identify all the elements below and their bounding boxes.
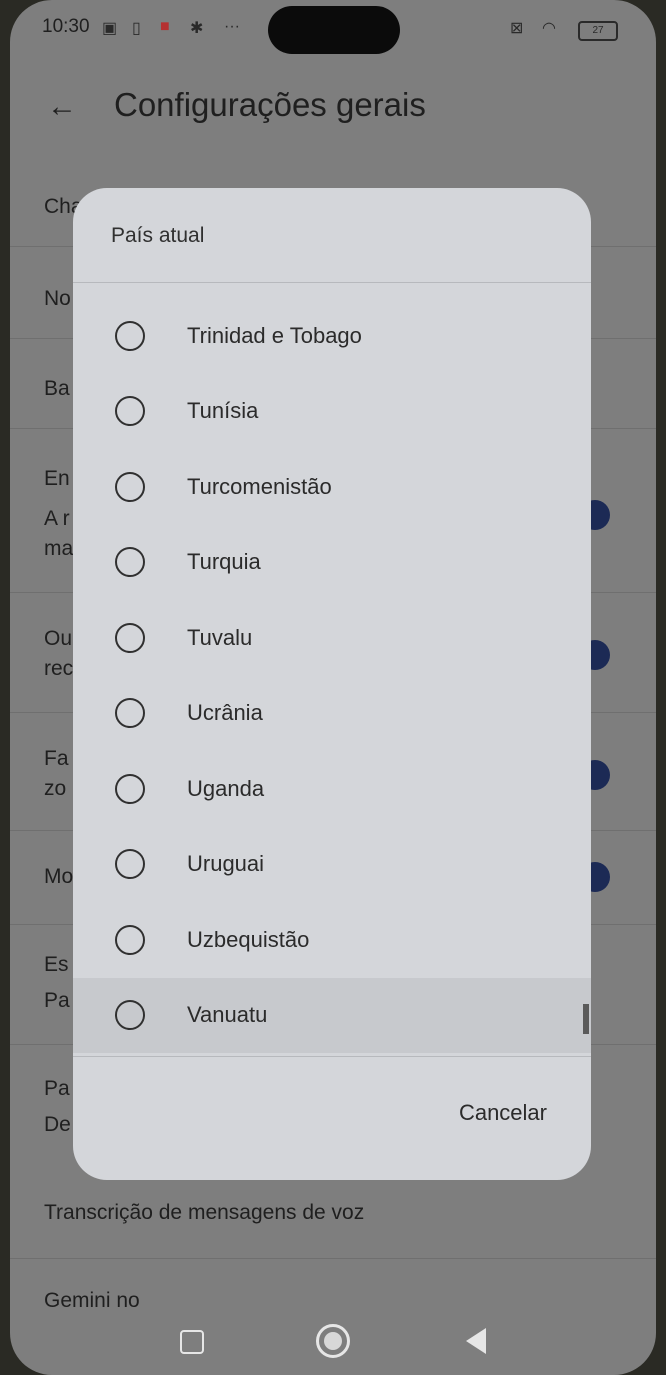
radio-button-icon[interactable] <box>115 547 145 578</box>
country-option-label: Turcomenistão <box>187 473 332 499</box>
country-option-label: Uzbequistão <box>187 926 310 952</box>
settings-row-label: Ba <box>44 377 70 400</box>
mute-icon: ⊠ <box>510 20 524 37</box>
battery-indicator: 27 <box>578 21 618 41</box>
settings-row-label: En <box>44 467 70 490</box>
country-options-list: Trinidad e Tobago Tunísia Turcomenistão … <box>73 298 591 1053</box>
divider <box>10 1258 656 1259</box>
status-bar: 10:30 ▣ ▯ ■ ✱ ··· ⊠ ◠ 27 <box>10 0 656 60</box>
wifi-icon: ◠ <box>542 20 556 37</box>
country-option-label: Tuvalu <box>187 624 253 650</box>
arrow-left-icon: ← <box>47 90 77 123</box>
country-option[interactable]: Tunísia <box>73 374 591 450</box>
radio-button-icon[interactable] <box>115 1000 145 1031</box>
country-option[interactable]: Tuvalu <box>73 600 591 676</box>
back-button[interactable]: ← <box>42 84 82 130</box>
gear-icon: ✱ <box>190 20 204 37</box>
scrollbar[interactable] <box>583 1004 589 1034</box>
settings-row-label: No <box>44 287 71 310</box>
country-option[interactable]: Uganda <box>73 751 591 827</box>
settings-row-voice-transcription[interactable]: Transcrição de mensagens de voz <box>44 1198 364 1228</box>
settings-row-label: Fa <box>44 747 69 770</box>
settings-row-label: Pa <box>44 1077 70 1100</box>
radio-button-icon[interactable] <box>115 849 145 880</box>
country-option-label: Turquia <box>187 549 261 575</box>
dialog-title: País atual <box>111 224 205 247</box>
country-option-label: Uganda <box>187 775 265 801</box>
settings-row-label: rec <box>44 657 74 680</box>
radio-button-icon[interactable] <box>115 471 145 502</box>
country-option-label: Vanuatu <box>187 1002 268 1028</box>
nfc-icon: ▣ <box>102 20 118 37</box>
country-option[interactable]: Uzbequistão <box>73 902 591 978</box>
country-option[interactable]: Turcomenistão <box>73 449 591 525</box>
settings-row-label: A r <box>44 507 70 530</box>
nav-back-button[interactable] <box>456 1316 498 1366</box>
mail-app-icon: ■ <box>160 18 170 35</box>
radio-button-icon[interactable] <box>115 698 145 729</box>
page-title: Configurações gerais <box>114 86 426 123</box>
settings-row-label: ma <box>44 537 74 560</box>
camera-notch <box>268 6 400 54</box>
divider <box>73 282 591 283</box>
country-option-label: Ucrânia <box>187 700 263 726</box>
sim-icon: ▯ <box>132 20 141 37</box>
settings-row-label: Mo <box>44 865 74 888</box>
settings-row-label: zo <box>44 777 67 800</box>
radio-button-icon[interactable] <box>115 396 145 427</box>
settings-row-label: Pa <box>44 989 70 1012</box>
country-option-label: Trinidad e Tobago <box>187 322 362 348</box>
country-picker-dialog: País atual Trinidad e Tobago Tunísia Tur… <box>73 188 591 1180</box>
cancel-button[interactable]: Cancelar <box>459 1100 547 1126</box>
triangle-back-icon <box>466 1328 486 1354</box>
settings-row-label: Es <box>44 953 69 976</box>
country-option[interactable]: Turquia <box>73 525 591 601</box>
radio-button-icon[interactable] <box>115 320 145 351</box>
circle-icon <box>316 1324 350 1358</box>
divider <box>73 1056 591 1057</box>
settings-row-label: De <box>44 1113 71 1136</box>
radio-button-icon[interactable] <box>115 622 145 653</box>
settings-row-label: Ou <box>44 627 73 650</box>
country-option[interactable]: Trinidad e Tobago <box>73 298 591 374</box>
recents-button[interactable] <box>170 1318 210 1362</box>
radio-button-icon[interactable] <box>115 773 145 804</box>
more-icon: ··· <box>224 18 240 35</box>
country-option[interactable]: Uruguai <box>73 827 591 903</box>
country-option-label: Uruguai <box>187 851 265 877</box>
status-time: 10:30 <box>42 16 90 37</box>
square-icon <box>180 1330 204 1354</box>
country-option[interactable]: Ucrânia <box>73 676 591 752</box>
home-button[interactable] <box>310 1318 354 1362</box>
settings-row-label: Gemini no <box>44 1289 140 1312</box>
country-option[interactable]: Vanuatu <box>73 977 591 1053</box>
phone-screen: 10:30 ▣ ▯ ■ ✱ ··· ⊠ ◠ 27 ← Configurações… <box>10 0 656 1375</box>
radio-button-icon[interactable] <box>115 924 145 955</box>
country-option-label: Tunísia <box>187 398 259 424</box>
